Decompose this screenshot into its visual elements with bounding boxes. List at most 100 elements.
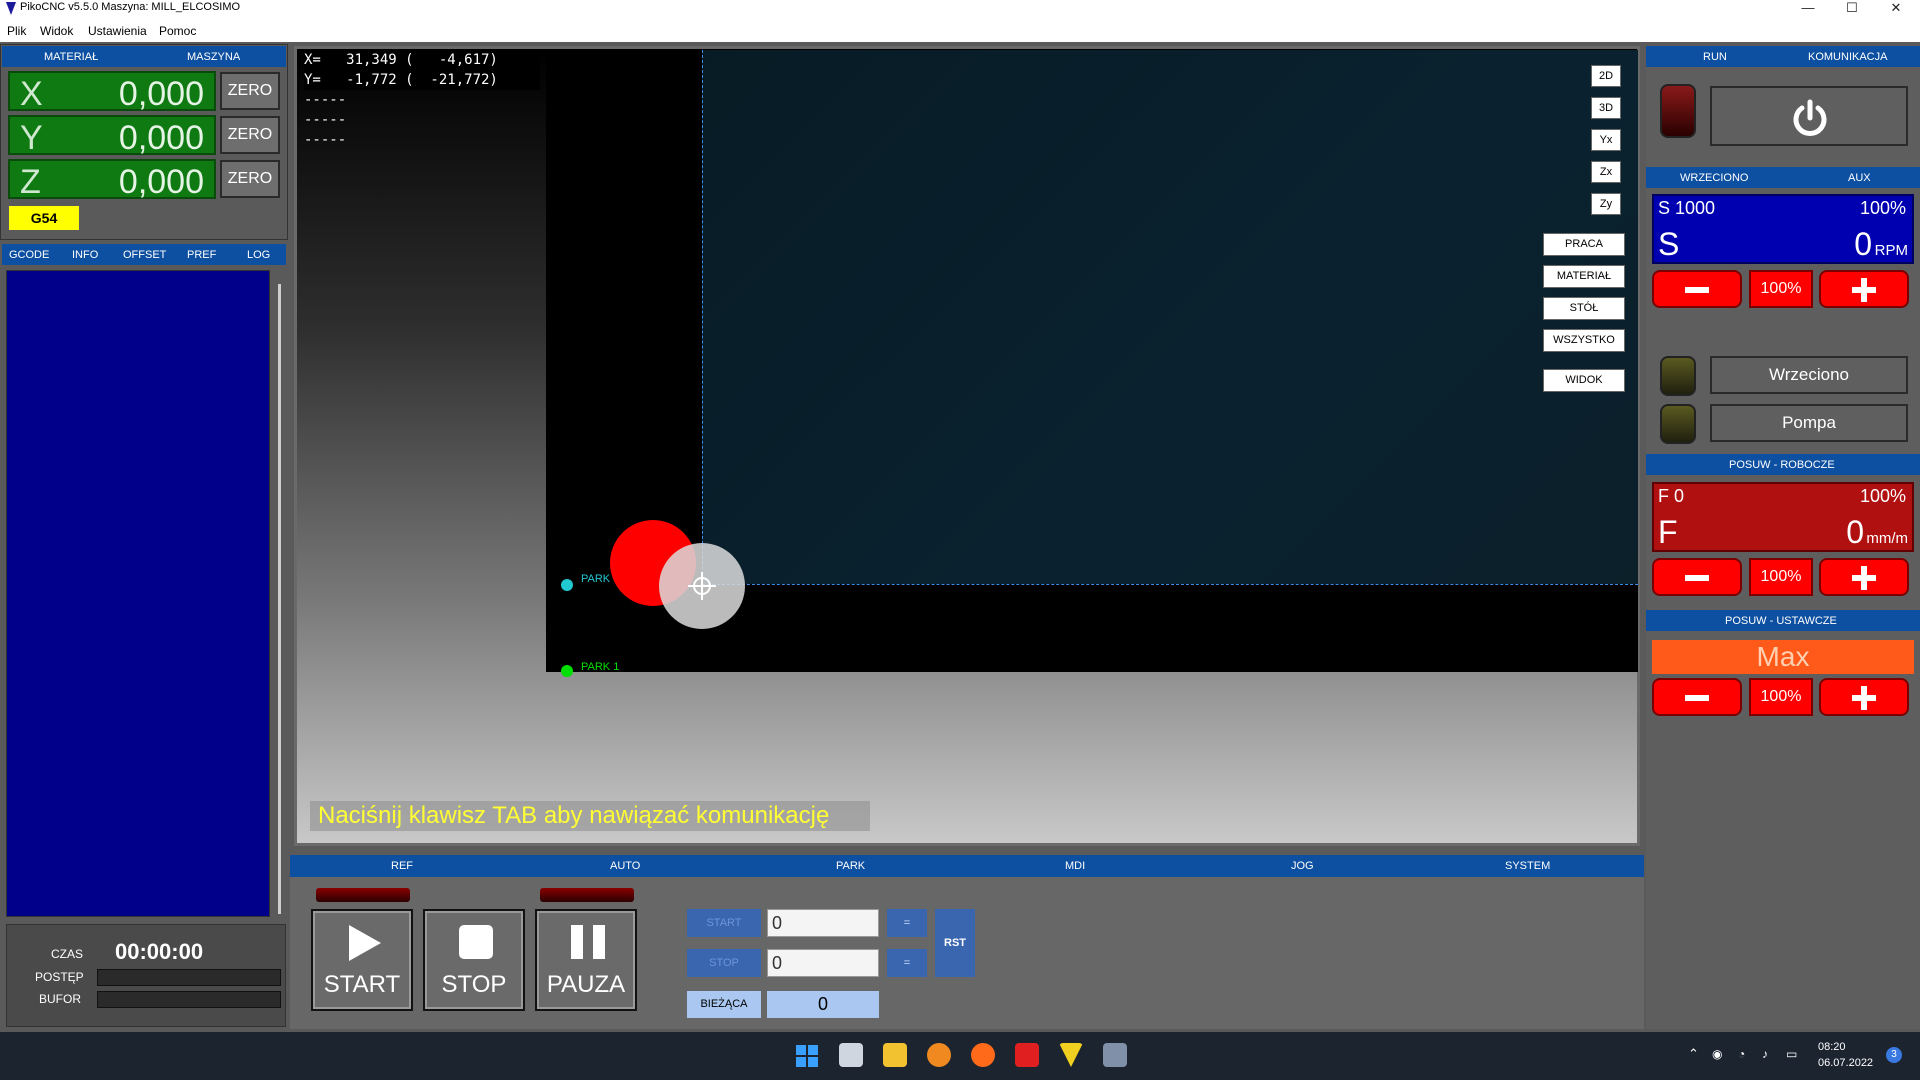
maximize-button[interactable]: ☐ (1832, 0, 1872, 18)
battery-icon[interactable]: ▭ (1786, 1047, 1797, 1061)
view-options-button[interactable]: WIDOK (1543, 369, 1625, 392)
tab-auto[interactable]: AUTO (610, 860, 640, 872)
set-stop-button[interactable]: = (887, 949, 927, 977)
tray-chevron-icon[interactable]: ⌃ (1688, 1046, 1699, 1062)
stop-label: STOP (441, 971, 507, 998)
spindle-reset-button[interactable]: 100% (1749, 270, 1813, 308)
tab-pref[interactable]: PREF (187, 249, 216, 261)
feed-decrease-button[interactable] (1652, 558, 1742, 596)
rapid-increase-button[interactable] (1819, 678, 1909, 716)
feed-percent: 100% (1859, 486, 1906, 506)
tab-jog[interactable]: JOG (1291, 860, 1314, 872)
stop-icon (459, 925, 493, 959)
spindle-increase-button[interactable] (1819, 270, 1909, 308)
view-zy-button[interactable]: Zy (1591, 193, 1621, 215)
pause-icon (571, 925, 605, 959)
minimize-button[interactable]: — (1788, 0, 1828, 18)
line-stop-input[interactable]: 0 (767, 949, 879, 977)
rapid-title: POSUW - USTAWCZE (1725, 615, 1837, 627)
buffer-bar (97, 991, 281, 1008)
pump-toggle-button[interactable]: Pompa (1710, 404, 1908, 442)
minus-icon (1685, 575, 1709, 581)
fit-all-button[interactable]: WSZYSTKO (1543, 329, 1625, 352)
time-value: 00:00:00 (115, 939, 204, 964)
fit-work-button[interactable]: PRACA (1543, 233, 1625, 256)
set-start-button[interactable]: = (887, 909, 927, 937)
axis-y-label: Y (20, 119, 43, 157)
spindle-toggle-button[interactable]: Wrzeciono (1710, 356, 1908, 394)
power-button[interactable] (1710, 86, 1908, 146)
volume-icon[interactable]: ♪ (1762, 1047, 1768, 1061)
axis-y-display: Y 0,000 (8, 115, 216, 157)
start-label: START (323, 971, 401, 998)
tab-system[interactable]: SYSTEM (1505, 860, 1550, 872)
fit-material-button[interactable]: MATERIAŁ (1543, 265, 1625, 288)
spindle-percent: 100% (1859, 198, 1906, 218)
tab-machine[interactable]: MASZYNA (187, 51, 240, 63)
menu-pomoc[interactable]: Pomoc (159, 24, 196, 38)
zero-x-button[interactable]: ZERO (220, 72, 280, 110)
bottom-tab-bar: REF AUTO PARK MDI JOG SYSTEM (290, 855, 1644, 877)
feed-reset-button[interactable]: 100% (1749, 558, 1813, 596)
rapid-decrease-button[interactable] (1652, 678, 1742, 716)
tab-spindle[interactable]: WRZECIONO (1680, 172, 1748, 184)
tab-info[interactable]: INFO (72, 249, 98, 261)
rapid-reset-button[interactable]: 100% (1749, 678, 1813, 716)
tab-offset[interactable]: OFFSET (123, 249, 166, 261)
x-guide-line (702, 584, 1638, 585)
clock-date[interactable]: 06.07.2022 (1818, 1057, 1873, 1069)
menu-ustawienia[interactable]: Ustawienia (88, 24, 147, 38)
task-view-icon[interactable] (839, 1043, 863, 1067)
tab-aux[interactable]: AUX (1848, 172, 1871, 184)
menu-widok[interactable]: Widok (40, 24, 73, 38)
feed-display: F 0 100% F 0 mm/m (1652, 482, 1914, 552)
blender-icon[interactable] (927, 1043, 951, 1067)
autocad-icon[interactable] (1015, 1043, 1039, 1067)
axis-z-label: Z (20, 163, 41, 201)
axis-z-value: 0,000 (118, 163, 204, 201)
tab-log[interactable]: LOG (247, 249, 270, 261)
zero-y-button[interactable]: ZERO (220, 116, 280, 154)
feed-increase-button[interactable] (1819, 558, 1909, 596)
file-explorer-icon[interactable] (883, 1043, 907, 1067)
menu-plik[interactable]: Plik (7, 24, 26, 38)
line-start-label[interactable]: START (687, 909, 761, 937)
view-yx-button[interactable]: Yx (1591, 129, 1621, 151)
wcs-badge[interactable]: G54 (9, 206, 79, 230)
gcode-scrollbar[interactable] (278, 284, 281, 914)
tab-ref[interactable]: REF (391, 860, 413, 872)
start-menu-icon[interactable] (795, 1044, 819, 1068)
tab-gcode[interactable]: GCODE (9, 249, 49, 261)
clock-time[interactable]: 08:20 (1818, 1041, 1846, 1053)
view-zx-button[interactable]: Zx (1591, 161, 1621, 183)
y-guide-line (702, 50, 703, 584)
reset-lines-button[interactable]: RST (935, 909, 975, 977)
pause-indicator (540, 888, 634, 902)
view-3d-button[interactable]: 3D (1591, 97, 1621, 119)
line-start-input[interactable]: 0 (767, 909, 879, 937)
close-button[interactable]: ✕ (1876, 0, 1916, 18)
tab-material[interactable]: MATERIAŁ (44, 51, 98, 63)
network-icon[interactable]: ◉ (1712, 1047, 1722, 1061)
firefox-icon[interactable] (971, 1043, 995, 1067)
tab-park[interactable]: PARK (836, 860, 865, 872)
notification-badge[interactable]: 3 (1886, 1047, 1902, 1063)
calculator-icon[interactable] (1103, 1043, 1127, 1067)
tab-mdi[interactable]: MDI (1065, 860, 1085, 872)
fit-table-button[interactable]: STÓŁ (1543, 297, 1625, 320)
spindle-set: S 1000 (1658, 198, 1716, 218)
wifi-icon[interactable]: ◔ (1738, 1047, 1745, 1061)
progress-label: POSTĘP (35, 970, 84, 984)
pause-button[interactable]: PAUZA (535, 909, 637, 1011)
view-2d-button[interactable]: 2D (1591, 65, 1621, 87)
crosshair-icon (688, 572, 716, 600)
stop-button[interactable]: STOP (423, 909, 525, 1011)
start-button[interactable]: START (311, 909, 413, 1011)
line-stop-label[interactable]: STOP (687, 949, 761, 977)
tab-communication[interactable]: KOMUNIKACJA (1808, 51, 1887, 63)
spindle-decrease-button[interactable] (1652, 270, 1742, 308)
tab-run[interactable]: RUN (1703, 51, 1727, 63)
feed-unit: mm/m (1866, 530, 1908, 547)
gcode-editor[interactable] (6, 270, 270, 917)
zero-z-button[interactable]: ZERO (220, 160, 280, 198)
